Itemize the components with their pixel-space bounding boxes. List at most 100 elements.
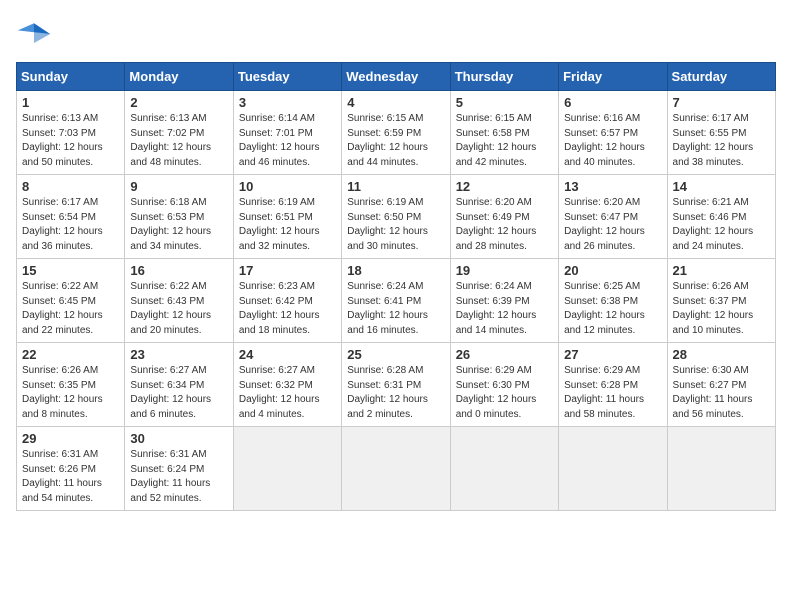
day-number: 13: [564, 179, 661, 194]
calendar-day-cell: 24 Sunrise: 6:27 AM Sunset: 6:32 PM Dayl…: [233, 343, 341, 427]
calendar-day-cell: 22 Sunrise: 6:26 AM Sunset: 6:35 PM Dayl…: [17, 343, 125, 427]
calendar-day-cell: 20 Sunrise: 6:25 AM Sunset: 6:38 PM Dayl…: [559, 259, 667, 343]
day-info: Sunrise: 6:15 AM Sunset: 6:59 PM Dayligh…: [347, 112, 444, 170]
calendar-day-cell: 13 Sunrise: 6:20 AM Sunset: 6:47 PM Dayl…: [559, 175, 667, 259]
calendar-day-cell: 6 Sunrise: 6:16 AM Sunset: 6:57 PM Dayli…: [559, 91, 667, 175]
weekday-header-cell: Saturday: [667, 63, 775, 91]
day-number: 15: [22, 263, 119, 278]
day-info: Sunrise: 6:21 AM Sunset: 6:46 PM Dayligh…: [673, 196, 770, 254]
calendar-day-cell: [233, 427, 341, 511]
day-info: Sunrise: 6:23 AM Sunset: 6:42 PM Dayligh…: [239, 280, 336, 338]
day-info: Sunrise: 6:27 AM Sunset: 6:32 PM Dayligh…: [239, 364, 336, 422]
weekday-header-cell: Thursday: [450, 63, 558, 91]
day-number: 25: [347, 347, 444, 362]
calendar-day-cell: 2 Sunrise: 6:13 AM Sunset: 7:02 PM Dayli…: [125, 91, 233, 175]
calendar-day-cell: 23 Sunrise: 6:27 AM Sunset: 6:34 PM Dayl…: [125, 343, 233, 427]
day-number: 14: [673, 179, 770, 194]
calendar-day-cell: [667, 427, 775, 511]
day-info: Sunrise: 6:19 AM Sunset: 6:51 PM Dayligh…: [239, 196, 336, 254]
day-number: 18: [347, 263, 444, 278]
calendar-day-cell: 3 Sunrise: 6:14 AM Sunset: 7:01 PM Dayli…: [233, 91, 341, 175]
calendar-day-cell: 1 Sunrise: 6:13 AM Sunset: 7:03 PM Dayli…: [17, 91, 125, 175]
day-info: Sunrise: 6:14 AM Sunset: 7:01 PM Dayligh…: [239, 112, 336, 170]
day-info: Sunrise: 6:24 AM Sunset: 6:39 PM Dayligh…: [456, 280, 553, 338]
calendar-day-cell: 4 Sunrise: 6:15 AM Sunset: 6:59 PM Dayli…: [342, 91, 450, 175]
day-info: Sunrise: 6:26 AM Sunset: 6:37 PM Dayligh…: [673, 280, 770, 338]
day-number: 6: [564, 95, 661, 110]
calendar-week-row: 1 Sunrise: 6:13 AM Sunset: 7:03 PM Dayli…: [17, 91, 776, 175]
logo-icon: [16, 16, 52, 52]
day-number: 11: [347, 179, 444, 194]
calendar-week-row: 29 Sunrise: 6:31 AM Sunset: 6:26 PM Dayl…: [17, 427, 776, 511]
logo: [16, 16, 56, 52]
day-info: Sunrise: 6:30 AM Sunset: 6:27 PM Dayligh…: [673, 364, 770, 422]
calendar-day-cell: 19 Sunrise: 6:24 AM Sunset: 6:39 PM Dayl…: [450, 259, 558, 343]
calendar-week-row: 15 Sunrise: 6:22 AM Sunset: 6:45 PM Dayl…: [17, 259, 776, 343]
calendar-table: SundayMondayTuesdayWednesdayThursdayFrid…: [16, 62, 776, 511]
day-info: Sunrise: 6:28 AM Sunset: 6:31 PM Dayligh…: [347, 364, 444, 422]
calendar-day-cell: 28 Sunrise: 6:30 AM Sunset: 6:27 PM Dayl…: [667, 343, 775, 427]
calendar-week-row: 8 Sunrise: 6:17 AM Sunset: 6:54 PM Dayli…: [17, 175, 776, 259]
day-info: Sunrise: 6:16 AM Sunset: 6:57 PM Dayligh…: [564, 112, 661, 170]
day-info: Sunrise: 6:19 AM Sunset: 6:50 PM Dayligh…: [347, 196, 444, 254]
day-number: 2: [130, 95, 227, 110]
weekday-header-row: SundayMondayTuesdayWednesdayThursdayFrid…: [17, 63, 776, 91]
day-number: 23: [130, 347, 227, 362]
calendar-day-cell: 29 Sunrise: 6:31 AM Sunset: 6:26 PM Dayl…: [17, 427, 125, 511]
calendar-day-cell: 10 Sunrise: 6:19 AM Sunset: 6:51 PM Dayl…: [233, 175, 341, 259]
calendar-day-cell: 5 Sunrise: 6:15 AM Sunset: 6:58 PM Dayli…: [450, 91, 558, 175]
day-number: 29: [22, 431, 119, 446]
calendar-day-cell: 15 Sunrise: 6:22 AM Sunset: 6:45 PM Dayl…: [17, 259, 125, 343]
day-number: 12: [456, 179, 553, 194]
day-number: 22: [22, 347, 119, 362]
day-info: Sunrise: 6:22 AM Sunset: 6:45 PM Dayligh…: [22, 280, 119, 338]
calendar-day-cell: [450, 427, 558, 511]
day-info: Sunrise: 6:13 AM Sunset: 7:03 PM Dayligh…: [22, 112, 119, 170]
calendar-day-cell: 9 Sunrise: 6:18 AM Sunset: 6:53 PM Dayli…: [125, 175, 233, 259]
day-number: 5: [456, 95, 553, 110]
day-info: Sunrise: 6:13 AM Sunset: 7:02 PM Dayligh…: [130, 112, 227, 170]
calendar-week-row: 22 Sunrise: 6:26 AM Sunset: 6:35 PM Dayl…: [17, 343, 776, 427]
day-number: 4: [347, 95, 444, 110]
day-number: 9: [130, 179, 227, 194]
calendar-day-cell: 11 Sunrise: 6:19 AM Sunset: 6:50 PM Dayl…: [342, 175, 450, 259]
calendar-day-cell: 25 Sunrise: 6:28 AM Sunset: 6:31 PM Dayl…: [342, 343, 450, 427]
calendar-day-cell: 26 Sunrise: 6:29 AM Sunset: 6:30 PM Dayl…: [450, 343, 558, 427]
weekday-header-cell: Monday: [125, 63, 233, 91]
calendar-day-cell: 18 Sunrise: 6:24 AM Sunset: 6:41 PM Dayl…: [342, 259, 450, 343]
calendar-body: 1 Sunrise: 6:13 AM Sunset: 7:03 PM Dayli…: [17, 91, 776, 511]
day-info: Sunrise: 6:17 AM Sunset: 6:54 PM Dayligh…: [22, 196, 119, 254]
day-number: 26: [456, 347, 553, 362]
calendar-day-cell: 17 Sunrise: 6:23 AM Sunset: 6:42 PM Dayl…: [233, 259, 341, 343]
weekday-header-cell: Sunday: [17, 63, 125, 91]
day-info: Sunrise: 6:29 AM Sunset: 6:30 PM Dayligh…: [456, 364, 553, 422]
calendar-day-cell: 7 Sunrise: 6:17 AM Sunset: 6:55 PM Dayli…: [667, 91, 775, 175]
day-info: Sunrise: 6:18 AM Sunset: 6:53 PM Dayligh…: [130, 196, 227, 254]
day-info: Sunrise: 6:20 AM Sunset: 6:47 PM Dayligh…: [564, 196, 661, 254]
day-info: Sunrise: 6:26 AM Sunset: 6:35 PM Dayligh…: [22, 364, 119, 422]
day-number: 27: [564, 347, 661, 362]
day-info: Sunrise: 6:22 AM Sunset: 6:43 PM Dayligh…: [130, 280, 227, 338]
calendar-day-cell: 30 Sunrise: 6:31 AM Sunset: 6:24 PM Dayl…: [125, 427, 233, 511]
calendar-day-cell: [342, 427, 450, 511]
day-number: 3: [239, 95, 336, 110]
day-info: Sunrise: 6:15 AM Sunset: 6:58 PM Dayligh…: [456, 112, 553, 170]
day-number: 30: [130, 431, 227, 446]
day-number: 1: [22, 95, 119, 110]
day-info: Sunrise: 6:24 AM Sunset: 6:41 PM Dayligh…: [347, 280, 444, 338]
day-number: 8: [22, 179, 119, 194]
calendar-day-cell: 12 Sunrise: 6:20 AM Sunset: 6:49 PM Dayl…: [450, 175, 558, 259]
day-number: 21: [673, 263, 770, 278]
day-info: Sunrise: 6:25 AM Sunset: 6:38 PM Dayligh…: [564, 280, 661, 338]
weekday-header-cell: Wednesday: [342, 63, 450, 91]
day-info: Sunrise: 6:29 AM Sunset: 6:28 PM Dayligh…: [564, 364, 661, 422]
weekday-header-cell: Tuesday: [233, 63, 341, 91]
day-info: Sunrise: 6:27 AM Sunset: 6:34 PM Dayligh…: [130, 364, 227, 422]
day-number: 16: [130, 263, 227, 278]
calendar-day-cell: 21 Sunrise: 6:26 AM Sunset: 6:37 PM Dayl…: [667, 259, 775, 343]
day-number: 19: [456, 263, 553, 278]
calendar-day-cell: 8 Sunrise: 6:17 AM Sunset: 6:54 PM Dayli…: [17, 175, 125, 259]
day-number: 10: [239, 179, 336, 194]
day-info: Sunrise: 6:31 AM Sunset: 6:26 PM Dayligh…: [22, 448, 119, 506]
day-info: Sunrise: 6:17 AM Sunset: 6:55 PM Dayligh…: [673, 112, 770, 170]
